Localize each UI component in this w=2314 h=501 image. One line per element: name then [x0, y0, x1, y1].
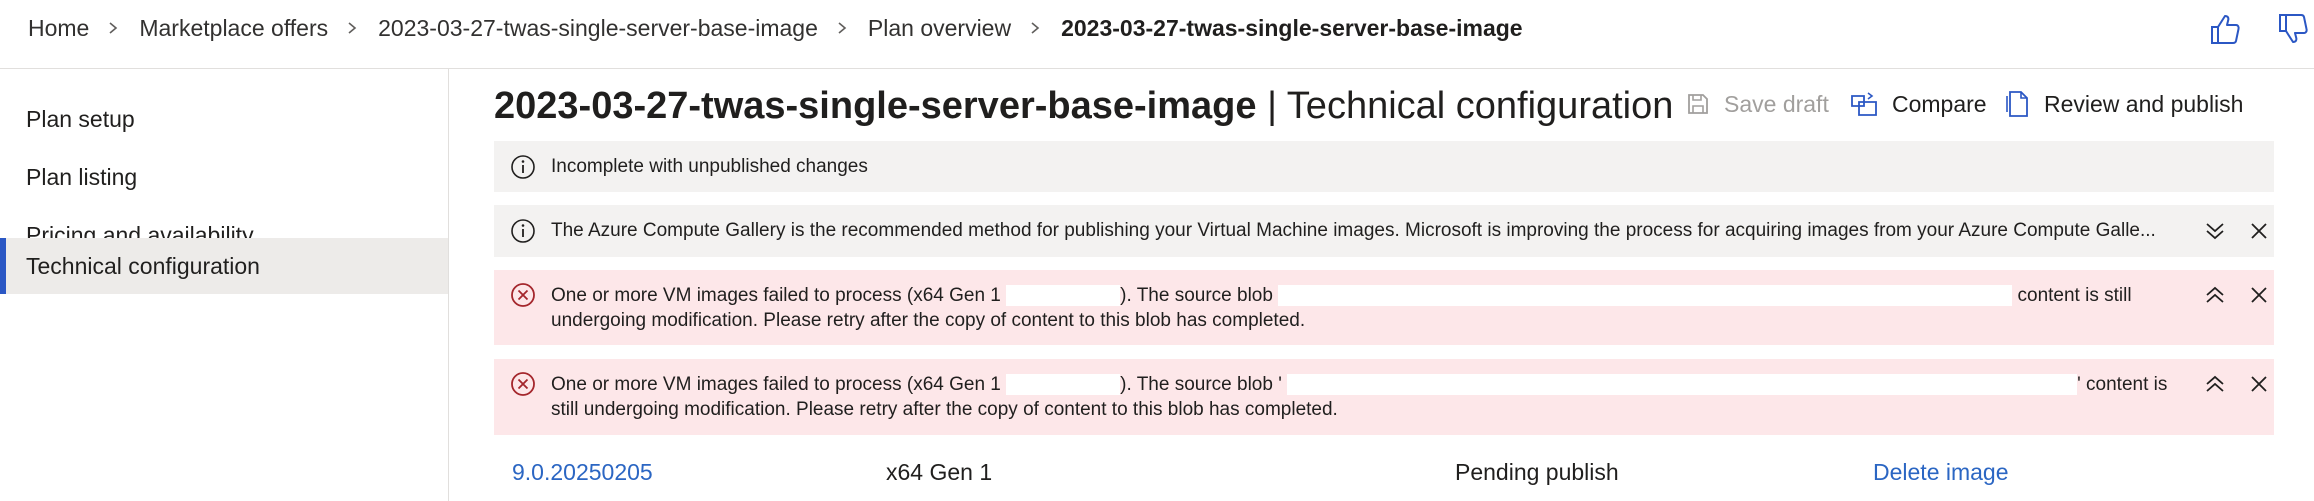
- breadcrumb-marketplace-offers[interactable]: Marketplace offers: [139, 15, 328, 42]
- compare-button[interactable]: Compare: [1850, 86, 1987, 122]
- error-text-1-part-b: ). The source blob: [1120, 285, 1273, 306]
- chevron-double-up-icon[interactable]: [2202, 371, 2228, 397]
- error-text-2-part-c: ' content is: [2077, 374, 2168, 395]
- redacted-block: [1287, 374, 2078, 396]
- info-icon: [510, 154, 536, 187]
- nav-item-plan-setup[interactable]: Plan setup: [0, 91, 448, 147]
- close-icon[interactable]: [2246, 218, 2272, 244]
- error-text-2-part-b: ). The source blob ': [1120, 374, 1282, 395]
- chevron-right-icon: [346, 22, 358, 34]
- error-text-1-part-a: One or more VM images failed to process …: [551, 285, 1001, 306]
- image-status: Pending publish: [1455, 459, 1619, 485]
- save-draft-button[interactable]: Save draft: [1686, 86, 1829, 122]
- delete-image-link[interactable]: Delete image: [1873, 454, 2009, 490]
- status-message-bar: Incomplete with unpublished changes: [494, 141, 2274, 192]
- error-icon: [510, 282, 536, 315]
- breadcrumb: Home Marketplace offers 2023-03-27-twas-…: [28, 0, 1523, 56]
- redacted-block: [1006, 285, 1121, 307]
- chevron-double-up-icon[interactable]: [2202, 282, 2228, 308]
- nav-item-plan-listing[interactable]: Plan listing: [0, 149, 448, 205]
- thumbs-up-icon[interactable]: [2208, 12, 2242, 46]
- review-publish-label: Review and publish: [2044, 90, 2244, 117]
- breadcrumb-current: 2023-03-27-twas-single-server-base-image: [1061, 14, 1523, 41]
- plan-name: 2023-03-27-twas-single-server-base-image: [494, 85, 1257, 127]
- chevron-double-down-icon[interactable]: [2202, 218, 2228, 244]
- document-icon: [2006, 91, 2028, 117]
- breadcrumb-plan-overview[interactable]: Plan overview: [868, 15, 1011, 42]
- status-text: Incomplete with unpublished changes: [551, 156, 868, 177]
- close-icon[interactable]: [2246, 282, 2272, 308]
- error-text-2: One or more VM images failed to process …: [551, 372, 2191, 422]
- image-version-link[interactable]: 9.0.20250205: [512, 454, 653, 490]
- image-generation: x64 Gen 1: [886, 459, 993, 485]
- close-icon[interactable]: [2246, 371, 2272, 397]
- review-publish-button[interactable]: Review and publish: [2006, 86, 2243, 122]
- save-icon: [1688, 94, 1708, 114]
- error-text-1-line2: undergoing modification. Please retry af…: [551, 310, 1306, 331]
- compare-icon: [1851, 92, 1877, 116]
- error-message-bar-2: One or more VM images failed to process …: [494, 359, 2274, 435]
- error-icon: [510, 371, 536, 404]
- error-message-bar-1: One or more VM images failed to process …: [494, 270, 2274, 345]
- breadcrumb-home[interactable]: Home: [28, 15, 89, 42]
- save-draft-label: Save draft: [1724, 90, 1829, 117]
- gallery-message-bar: The Azure Compute Gallery is the recomme…: [494, 205, 2274, 257]
- redacted-block: [1278, 285, 2013, 307]
- error-text-1-part-c: content is still: [2017, 285, 2132, 306]
- breadcrumb-offer[interactable]: 2023-03-27-twas-single-server-base-image: [378, 15, 818, 42]
- compare-label: Compare: [1892, 90, 1987, 117]
- info-icon: [510, 218, 536, 251]
- gallery-text: The Azure Compute Gallery is the recomme…: [551, 220, 2156, 241]
- thumbs-down-icon[interactable]: [2276, 12, 2310, 46]
- error-text-1: One or more VM images failed to process …: [551, 283, 2171, 333]
- chevron-right-icon: [836, 22, 848, 34]
- error-text-2-part-a: One or more VM images failed to process …: [551, 374, 1001, 395]
- nav-divider: [448, 69, 449, 501]
- plan-nav: Plan setup Plan listing Pricing and avai…: [0, 69, 448, 501]
- redacted-block: [1006, 374, 1121, 396]
- error-text-2-line2: still undergoing modification. Please re…: [551, 399, 1338, 420]
- chevron-right-icon: [107, 22, 119, 34]
- nav-item-technical-configuration[interactable]: Technical configuration: [0, 238, 448, 294]
- page-title: 2023-03-27-twas-single-server-base-image…: [494, 78, 1673, 134]
- page-name: | Technical configuration: [1267, 85, 1674, 127]
- chevron-right-icon: [1029, 22, 1041, 34]
